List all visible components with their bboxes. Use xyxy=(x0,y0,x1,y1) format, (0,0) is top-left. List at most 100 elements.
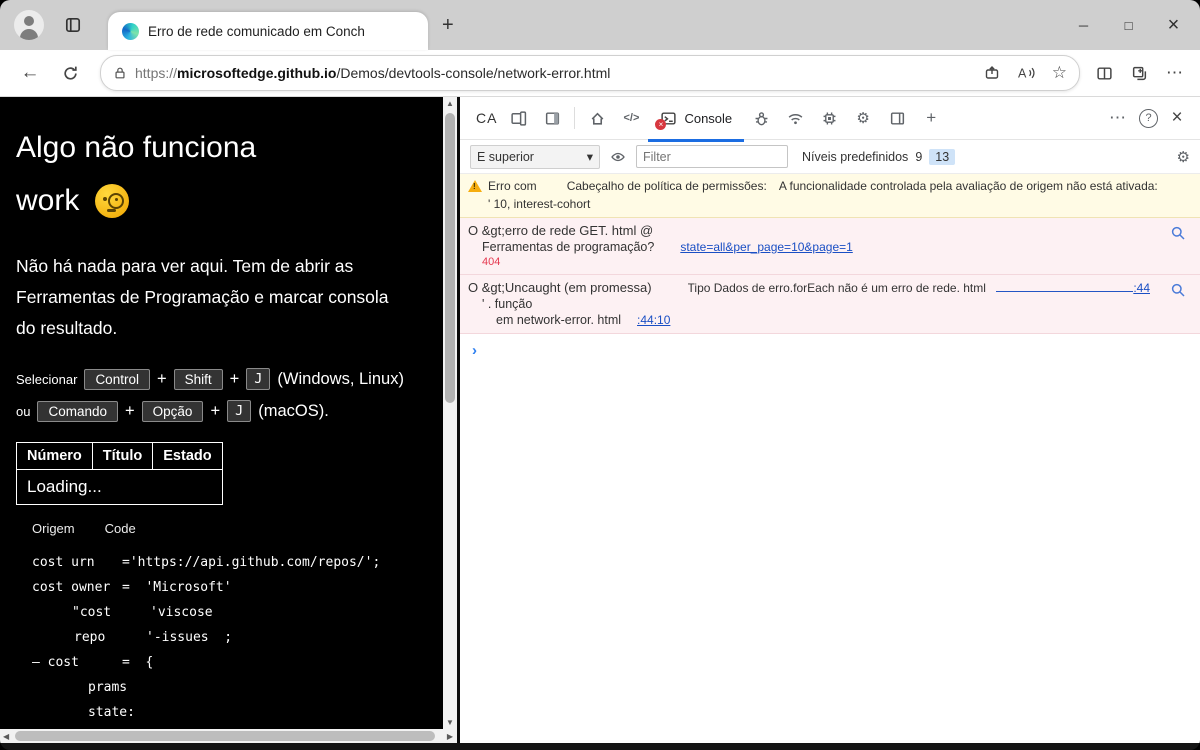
eye-watch-icon[interactable] xyxy=(610,149,626,165)
url-scheme: https:// xyxy=(135,65,178,81)
minimize-button[interactable]: ─ xyxy=(1061,0,1106,50)
error2-title: O &gt;Uncaught (em promessa) xyxy=(468,280,652,295)
code-token: state: xyxy=(88,705,135,720)
error-count-badge: 9 xyxy=(915,149,923,164)
scroll-up-arrow[interactable]: ▲ xyxy=(443,99,457,108)
request-url-link[interactable]: state=all&per_page=10&page=1 xyxy=(680,240,852,254)
maximize-button[interactable]: □ xyxy=(1106,0,1151,50)
code-block: cost urn ='https://api.github.com/repos/'… xyxy=(0,550,443,725)
shortcut-windows: Selecionar Control + Shift + J (Windows,… xyxy=(16,368,443,390)
console-settings-gear-icon[interactable]: ⚙ xyxy=(1177,148,1190,166)
code-token: 'viscose xyxy=(150,605,213,620)
console-prompt[interactable]: › xyxy=(460,334,1200,367)
table-loading-row: Loading... xyxy=(16,469,223,505)
code-token: = { xyxy=(122,655,154,670)
devtools-help-icon[interactable]: ? xyxy=(1139,108,1158,128)
key-command: Comando xyxy=(37,400,119,422)
console-error-badge: × xyxy=(655,118,667,130)
layout-panel-icon[interactable] xyxy=(880,103,914,133)
warning-detail: A funcionalidade controlada pela avaliaç… xyxy=(778,179,1158,193)
code-token: – cost xyxy=(32,655,79,670)
issues-table: Número Título Estado Loading... xyxy=(16,442,223,505)
scroll-right-arrow[interactable]: ▶ xyxy=(447,732,453,741)
warning-triangle-icon: ! xyxy=(468,180,482,192)
tab-origem: Origem xyxy=(32,521,75,536)
code-token: prams xyxy=(88,680,128,695)
vertical-scrollbar[interactable]: ▲ ▼ xyxy=(443,97,457,729)
code-token: = 'Microsoft' xyxy=(122,580,232,595)
close-window-button[interactable]: × xyxy=(1151,0,1196,50)
context-selector[interactable]: E superior ▾ xyxy=(470,144,600,169)
avatar-head-icon xyxy=(24,16,34,26)
prompt-chevron-icon: › xyxy=(472,342,477,359)
profile-avatar[interactable] xyxy=(14,10,44,40)
refresh-button[interactable] xyxy=(50,65,90,82)
split-screen-icon[interactable] xyxy=(1096,65,1113,82)
context-selector-value: E superior xyxy=(477,149,534,164)
back-button[interactable]: ← xyxy=(10,62,50,84)
filter-input[interactable] xyxy=(636,145,788,168)
shortcut-mac-prefix: ou xyxy=(16,403,31,419)
address-bar[interactable]: https://microsoftedge.github.io/Demos/de… xyxy=(100,55,1080,91)
warning-line1: Erro com Cabeçalho de política de permiss… xyxy=(488,179,1186,193)
new-tab-button[interactable]: + xyxy=(442,15,454,35)
network-wifi-icon[interactable] xyxy=(778,103,812,133)
sources-tab-icon[interactable]: </> xyxy=(614,103,648,133)
read-aloud-icon[interactable]: A xyxy=(1016,65,1036,81)
warning-header-label: Cabeçalho de política de permissões: xyxy=(566,179,767,193)
inspect-magnifier-icon[interactable] xyxy=(1170,282,1186,298)
page-viewport: Algo não funciona work Não há nada para … xyxy=(0,97,457,729)
heading-line1: Algo não funciona xyxy=(16,131,257,164)
web-capture-icon[interactable] xyxy=(984,65,1000,81)
settings-more-icon[interactable]: ⋯ xyxy=(1166,63,1184,83)
code-line: state: xyxy=(0,700,443,725)
code-tabs: Origem Code xyxy=(32,521,443,536)
collections-icon[interactable] xyxy=(1131,65,1148,82)
vertical-scroll-thumb[interactable] xyxy=(445,113,455,403)
inspect-element-label[interactable]: CA xyxy=(476,110,497,126)
devtools-right-controls: ⋯ ? × xyxy=(1101,103,1192,133)
add-panel-icon[interactable]: + xyxy=(914,103,948,133)
error2-line1: O &gt;Uncaught (em promessa) Tipo Dados … xyxy=(468,280,1186,295)
devtools-more-icon[interactable]: ⋯ xyxy=(1101,103,1135,133)
address-toolbar: ← https://microsoftedge.github.io/Demos/… xyxy=(0,50,1200,97)
warning-line2: ' 10, interest-cohort xyxy=(488,197,591,211)
devtools-settings-icon[interactable]: ⚙ xyxy=(846,103,880,133)
stack-frame-link[interactable]: :44:10 xyxy=(637,313,670,327)
url-text: https://microsoftedge.github.io/Demos/de… xyxy=(135,65,610,81)
plus-separator: + xyxy=(210,401,221,420)
col-numero: Número xyxy=(16,442,93,470)
horizontal-scroll-thumb[interactable] xyxy=(15,731,435,741)
warning-source: Erro com xyxy=(488,179,537,193)
col-estado: Estado xyxy=(152,442,223,470)
dock-side-icon[interactable] xyxy=(535,103,569,133)
horizontal-scrollbar[interactable]: ◀ ▶ xyxy=(0,729,457,743)
issues-bug-icon[interactable] xyxy=(744,103,778,133)
warning-icon-column: ! xyxy=(468,179,488,211)
intro-line2: Ferramentas de Programação e marcar cons… xyxy=(16,287,389,307)
workspaces-icon[interactable] xyxy=(64,16,82,34)
inspect-magnifier-icon[interactable] xyxy=(1170,225,1186,241)
loading-cell: Loading... xyxy=(16,469,223,505)
lock-icon[interactable] xyxy=(113,66,127,80)
url-domain: microsoftedge.github.io xyxy=(177,65,337,81)
stack-frame-label: em network-error. html xyxy=(496,313,622,327)
source-line-link[interactable]: :44 xyxy=(1133,281,1150,295)
table-header-row: Número Título Estado xyxy=(16,442,223,470)
scroll-left-arrow[interactable]: ◀ xyxy=(3,732,9,741)
devtools-close-icon[interactable]: × xyxy=(1162,107,1192,129)
shortcut-win-prefix: Selecionar xyxy=(16,371,78,387)
source-link-underline xyxy=(995,291,1134,292)
code-line: cost urn ='https://api.github.com/repos/'… xyxy=(0,550,443,575)
tab-console[interactable]: × Console xyxy=(648,94,745,142)
favorite-star-icon[interactable]: ☆ xyxy=(1052,63,1067,83)
intro-paragraph: Não há nada para ver aqui. Tem de abrir … xyxy=(16,251,443,344)
log-levels-selector[interactable]: Níveis predefinidos 9 13 xyxy=(802,148,956,165)
performance-cpu-icon[interactable] xyxy=(812,103,846,133)
welcome-home-icon[interactable] xyxy=(580,103,614,133)
toolbar-right-actions: ⋯ xyxy=(1096,63,1184,83)
scroll-down-arrow[interactable]: ▼ xyxy=(443,718,457,727)
device-emulation-icon[interactable] xyxy=(501,103,535,133)
browser-tab[interactable]: Erro de rede comunicado em Conch xyxy=(108,12,428,50)
key-shift: Shift xyxy=(173,368,223,390)
